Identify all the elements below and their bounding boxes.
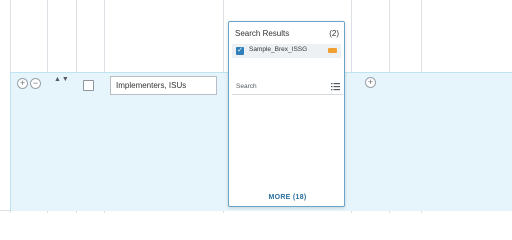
sort-arrows-icon[interactable]: ▲▼ bbox=[54, 76, 70, 83]
value-field[interactable]: Implementers, ISUs bbox=[110, 76, 217, 95]
remove-row-button[interactable]: − bbox=[30, 78, 41, 89]
search-placeholder: Search bbox=[236, 83, 257, 90]
search-results-popover: Search Results (2) ✓ Sample_Brex_ISSG Se… bbox=[228, 21, 345, 207]
more-results-link[interactable]: MORE (18) bbox=[229, 194, 346, 201]
result-label: Sample_Brex_ISSG bbox=[249, 46, 308, 53]
popover-title: Search Results bbox=[235, 29, 290, 38]
minus-circle-icon: − bbox=[32, 78, 39, 88]
tag-icon bbox=[328, 48, 337, 53]
add-row-button[interactable]: + bbox=[17, 78, 28, 89]
search-result-item[interactable]: ✓ Sample_Brex_ISSG bbox=[232, 44, 341, 58]
search-input[interactable]: Search bbox=[232, 79, 343, 95]
checkmark-icon[interactable]: ✓ bbox=[236, 47, 244, 55]
plus-circle-icon: + bbox=[367, 77, 374, 87]
add-value-button[interactable]: + bbox=[365, 77, 376, 88]
plus-circle-icon: + bbox=[19, 78, 26, 88]
row-checkbox[interactable] bbox=[83, 80, 94, 91]
list-icon[interactable] bbox=[331, 82, 340, 91]
result-count: (2) bbox=[329, 29, 339, 38]
